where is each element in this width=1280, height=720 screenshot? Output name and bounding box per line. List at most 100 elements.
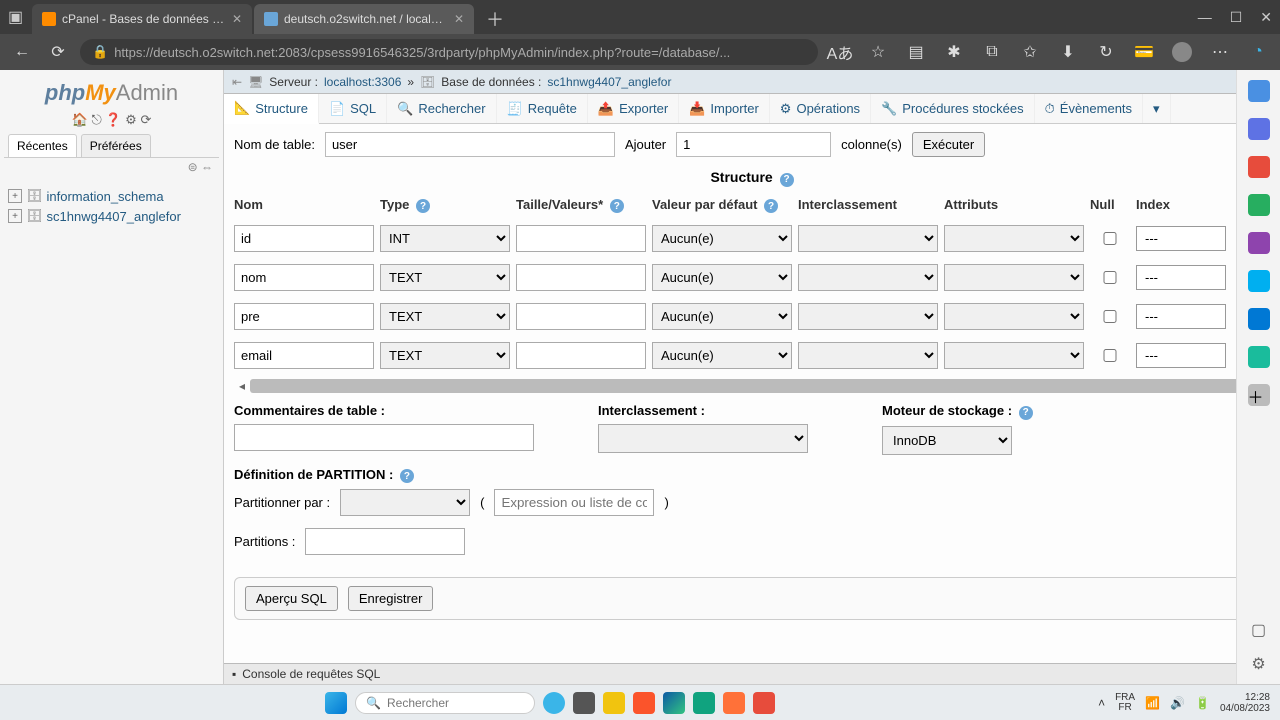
reader-icon[interactable]: ▤ [902,38,930,66]
col-length-input[interactable] [516,303,646,330]
taskbar-brave-icon[interactable] [633,692,655,714]
close-icon[interactable]: ✕ [454,12,464,26]
tab-structure[interactable]: 📐Structure [224,94,319,124]
tray-chevron-icon[interactable]: ˄ [1098,696,1105,710]
breadcrumb-db[interactable]: sc1hnwg4407_anglefor [547,75,671,89]
copilot-icon[interactable]: ◔ [1244,38,1272,66]
sidebar-settings-icon[interactable]: ⚙ [1251,654,1265,674]
docs-icon[interactable]: ❓ [105,112,121,127]
taskbar-firefox-icon[interactable] [723,692,745,714]
taskbar-edge-icon[interactable] [663,692,685,714]
table-collation-select[interactable] [598,424,808,453]
col-default-select[interactable]: Aucun(e) [652,225,792,252]
partition-expr-input[interactable] [494,489,654,516]
partitions-count-input[interactable] [305,528,465,555]
expand-icon[interactable]: + [8,189,22,203]
taskbar-search[interactable]: 🔍 Rechercher [355,692,535,714]
clock[interactable]: 12:2804/08/2023 [1220,692,1270,714]
col-null-checkbox[interactable] [1090,349,1130,362]
col-name-input[interactable] [234,264,374,291]
taskbar-chatgpt-icon[interactable] [693,692,715,714]
new-tab-button[interactable]: ＋ [476,6,514,32]
volume-icon[interactable]: 🔊 [1170,696,1185,710]
col-default-select[interactable]: Aucun(e) [652,264,792,291]
history-icon[interactable]: ↻ [1092,38,1120,66]
sidebar-shopping-icon[interactable] [1248,118,1270,140]
breadcrumb-server[interactable]: localhost:3306 [324,75,401,89]
taskbar-app-icon[interactable] [753,692,775,714]
back-button[interactable]: ← [8,38,36,66]
db-tree-item[interactable]: + 🗄 information_schema [8,186,215,206]
col-default-select[interactable]: Aucun(e) [652,303,792,330]
tab-export[interactable]: 📤Exporter [588,94,679,123]
col-index-select[interactable]: --- [1136,226,1226,251]
tab-operations[interactable]: ⚙Opérations [770,94,871,123]
execute-button[interactable]: Exécuter [912,132,985,157]
language-indicator[interactable]: FRAFR [1115,693,1135,713]
downloads-icon[interactable]: ⬇ [1054,38,1082,66]
wifi-icon[interactable]: 📶 [1145,696,1160,710]
wallet-icon[interactable]: 💳 [1130,38,1158,66]
tab-events[interactable]: ⏱Évènements [1035,94,1143,123]
close-window-button[interactable]: ✕ [1260,9,1272,26]
col-type-select[interactable]: TEXT [380,264,510,291]
help-icon[interactable]: ? [416,199,430,213]
favorite-icon[interactable]: ☆ [864,38,892,66]
help-icon[interactable]: ? [780,173,794,187]
col-index-select[interactable]: --- [1136,304,1226,329]
expand-icon[interactable]: + [8,209,22,223]
start-button[interactable] [325,692,347,714]
sidebar-games-icon[interactable] [1248,194,1270,216]
tab-panel-icon[interactable]: ▣ [8,7,32,27]
sidebar-outlook-icon[interactable] [1248,308,1270,330]
save-button[interactable]: Enregistrer [348,586,434,611]
battery-icon[interactable]: 🔋 [1195,696,1210,710]
link-icon[interactable]: ⇔ [201,160,213,174]
table-comments-input[interactable] [234,424,534,451]
col-attributes-select[interactable] [944,342,1084,369]
col-null-checkbox[interactable] [1090,271,1130,284]
col-length-input[interactable] [516,225,646,252]
more-menu-icon[interactable]: ⋯ [1206,38,1234,66]
taskbar-taskview-icon[interactable] [573,692,595,714]
help-icon[interactable]: ? [400,469,414,483]
storage-engine-select[interactable]: InnoDB [882,426,1012,455]
reload-icon[interactable]: ⟳ [140,112,151,127]
table-name-input[interactable] [325,132,615,157]
col-attributes-select[interactable] [944,225,1084,252]
browser-tab-1[interactable]: deutsch.o2switch.net / localhost ✕ [254,4,474,34]
col-null-checkbox[interactable] [1090,310,1130,323]
refresh-button[interactable]: ⟳ [44,38,72,66]
col-collation-select[interactable] [798,225,938,252]
db-tree-item[interactable]: + 🗄 sc1hnwg4407_anglefor [8,206,215,226]
tab-sql[interactable]: 📄SQL [319,94,387,123]
col-name-input[interactable] [234,225,374,252]
partition-by-select[interactable] [340,489,470,516]
sidebar-skype-icon[interactable] [1248,270,1270,292]
home-icon[interactable]: 🏠 [72,112,88,127]
nav-tab-recent[interactable]: Récentes [8,134,77,157]
col-attributes-select[interactable] [944,303,1084,330]
help-icon[interactable]: ? [610,199,624,213]
col-index-select[interactable]: --- [1136,343,1226,368]
preview-sql-button[interactable]: Aperçu SQL [245,586,338,611]
close-icon[interactable]: ✕ [232,12,242,26]
profile-avatar[interactable] [1168,38,1196,66]
col-collation-select[interactable] [798,303,938,330]
help-icon[interactable]: ? [1019,406,1033,420]
col-default-select[interactable]: Aucun(e) [652,342,792,369]
help-icon[interactable]: ? [764,199,778,213]
logout-icon[interactable]: ⎋ [91,112,101,127]
tab-more[interactable]: ▾ [1143,94,1171,123]
sidebar-m365-icon[interactable] [1248,232,1270,254]
taskbar-bing-icon[interactable] [543,692,565,714]
filter-icon[interactable]: ⊜ [188,160,198,174]
col-type-select[interactable]: TEXT [380,303,510,330]
collapse-nav-icon[interactable]: ⇤ [232,75,242,89]
nav-tab-favorites[interactable]: Préférées [81,134,151,157]
col-length-input[interactable] [516,264,646,291]
tab-search[interactable]: 🔍Rechercher [387,94,496,123]
address-bar[interactable]: 🔒 https://deutsch.o2switch.net:2083/cpse… [80,39,818,65]
sidebar-search-icon[interactable] [1248,80,1270,102]
col-length-input[interactable] [516,342,646,369]
